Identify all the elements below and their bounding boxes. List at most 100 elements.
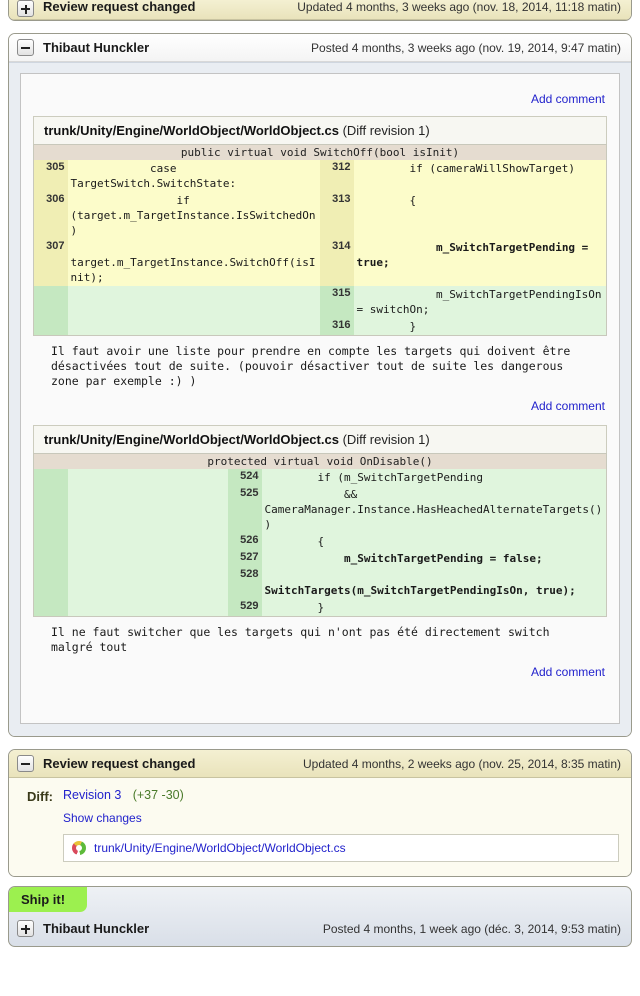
- diff-row[interactable]: 315 m_SwitchTargetPendingIsOn = switchOn…: [33, 286, 607, 318]
- line-number-right: 313: [319, 192, 354, 239]
- review-page: Review request changed Updated 4 months,…: [0, 0, 640, 947]
- diff-fragment: trunk/Unity/Engine/WorldObject/WorldObje…: [33, 425, 607, 709]
- diff-file-path: trunk/Unity/Engine/WorldObject/WorldObje…: [44, 123, 339, 138]
- collapse-toggle-icon[interactable]: [17, 755, 34, 772]
- line-number-right: 529: [227, 599, 262, 617]
- diff-file-header: trunk/Unity/Engine/WorldObject/WorldObje…: [33, 425, 607, 453]
- line-number-left: [33, 533, 68, 550]
- line-number-left: [33, 286, 68, 318]
- add-comment-link[interactable]: Add comment: [531, 665, 605, 679]
- line-number-left: [33, 599, 68, 617]
- expand-toggle-icon[interactable]: [17, 0, 34, 17]
- entry-header-top[interactable]: Review request changed Updated 4 months,…: [9, 0, 631, 20]
- review-author: Thibaut Hunckler: [43, 40, 150, 55]
- code-left: case TargetSwitch.SwitchState:: [67, 160, 320, 192]
- diff-file-path: trunk/Unity/Engine/WorldObject/WorldObje…: [44, 432, 339, 447]
- add-comment-row: Add comment: [33, 661, 607, 709]
- diff-revision-link[interactable]: Revision 3: [63, 788, 121, 802]
- line-number-right: 527: [227, 550, 262, 567]
- entry-review: Thibaut Hunckler Posted 4 months, 3 week…: [8, 33, 632, 737]
- add-comment-link[interactable]: Add comment: [531, 399, 605, 413]
- entry-review-request-changed-top: Review request changed Updated 4 months,…: [8, 0, 632, 21]
- diff-row[interactable]: 526 {: [33, 533, 607, 550]
- line-number-right: 312: [319, 160, 354, 192]
- line-number-right: 315: [319, 286, 354, 318]
- review-header[interactable]: Thibaut Hunckler Posted 4 months, 3 week…: [9, 34, 631, 62]
- diff-info: Revision 3 (+37 -30) Show changes trunk/…: [63, 788, 619, 862]
- shipit-badge-row: Ship it!: [9, 887, 631, 912]
- add-comment-link[interactable]: Add comment: [531, 92, 605, 106]
- code-left: [67, 599, 228, 617]
- shipit-timestamp: Posted 4 months, 1 week ago (déc. 3, 201…: [322, 921, 621, 936]
- diff-file-header: trunk/Unity/Engine/WorldObject/WorldObje…: [33, 116, 607, 144]
- code-right: m_SwitchTargetPending = true;: [353, 239, 607, 286]
- diff-row[interactable]: 525 && CameraManager.Instance.HasHeached…: [33, 486, 607, 533]
- code-right: }: [261, 599, 607, 617]
- line-number-right: 528: [227, 567, 262, 599]
- changed-title: Review request changed: [43, 756, 196, 771]
- code-left: [67, 469, 228, 486]
- line-number-left: [33, 469, 68, 486]
- changed-header[interactable]: Review request changed Updated 4 months,…: [9, 750, 631, 778]
- collapse-toggle-icon[interactable]: [17, 39, 34, 56]
- code-left: target.m_TargetInstance.SwitchOff(isInit…: [67, 239, 320, 286]
- line-number-left: [33, 486, 68, 533]
- diff-section-header-row: public virtual void SwitchOff(bool isIni…: [33, 144, 607, 160]
- diff-row[interactable]: 528 SwitchTargets(m_SwitchTargetPendingI…: [33, 567, 607, 599]
- line-number-left: 306: [33, 192, 68, 239]
- entry-title: Review request changed: [43, 0, 196, 14]
- diff-revision-label: (Diff revision 1): [342, 432, 430, 447]
- diff-row[interactable]: 527 m_SwitchTargetPending = false;: [33, 550, 607, 567]
- expand-toggle-icon[interactable]: [17, 920, 34, 937]
- code-right: if (m_SwitchTargetPending: [261, 469, 607, 486]
- diff-table: public virtual void SwitchOff(bool isIni…: [33, 144, 607, 336]
- code-right: && CameraManager.Instance.HasHeachedAlte…: [261, 486, 607, 533]
- code-right: m_SwitchTargetPendingIsOn = switchOn;: [353, 286, 607, 318]
- code-left: [67, 533, 228, 550]
- code-left: [67, 318, 320, 336]
- diff-revision-label: (Diff revision 1): [342, 123, 430, 138]
- entry-timestamp: Updated 4 months, 3 weeks ago (nov. 18, …: [297, 0, 621, 14]
- shipit-author: Thibaut Hunckler: [43, 921, 150, 936]
- review-comment-container: Add comment trunk/Unity/Engine/WorldObje…: [20, 73, 620, 724]
- line-number-right: 525: [227, 486, 262, 533]
- review-body: Add comment trunk/Unity/Engine/WorldObje…: [9, 62, 631, 736]
- comment-text: Il faut avoir une liste pour prendre en …: [51, 344, 578, 388]
- diff-fragment: trunk/Unity/Engine/WorldObject/WorldObje…: [33, 116, 607, 423]
- changed-body: Diff: Revision 3 (+37 -30) Show changes …: [9, 778, 631, 876]
- diff-row[interactable]: 529 }: [33, 599, 607, 617]
- line-number-left: [33, 550, 68, 567]
- code-right: m_SwitchTargetPending = false;: [261, 550, 607, 567]
- file-modified-icon: [72, 841, 86, 855]
- code-right: SwitchTargets(m_SwitchTargetPendingIsOn,…: [261, 567, 607, 599]
- diff-table: protected virtual void OnDisable() 524 i…: [33, 453, 607, 617]
- code-right: {: [261, 533, 607, 550]
- diff-row[interactable]: 524 if (m_SwitchTargetPending: [33, 469, 607, 486]
- line-number-left: 307: [33, 239, 68, 286]
- changed-file-link[interactable]: trunk/Unity/Engine/WorldObject/WorldObje…: [94, 841, 346, 855]
- line-number-right: 524: [227, 469, 262, 486]
- review-timestamp: Posted 4 months, 3 weeks ago (nov. 19, 2…: [311, 40, 621, 55]
- diff-row[interactable]: 306 if (target.m_TargetInstance.IsSwitch…: [33, 192, 607, 239]
- show-changes-link[interactable]: Show changes: [63, 811, 619, 825]
- shipit-header[interactable]: Thibaut Hunckler Posted 4 months, 1 week…: [9, 912, 631, 946]
- add-comment-row-top: Add comment: [33, 84, 607, 116]
- diff-row[interactable]: 316 }: [33, 318, 607, 336]
- code-left: [67, 486, 228, 533]
- status-badge: Ship it!: [9, 887, 88, 912]
- code-right: {: [353, 192, 607, 239]
- diff-info-row: Diff: Revision 3 (+37 -30) Show changes …: [21, 788, 619, 862]
- list-item[interactable]: trunk/Unity/Engine/WorldObject/WorldObje…: [72, 841, 610, 855]
- line-number-left: [33, 567, 68, 599]
- diff-revision-stats: (+37 -30): [132, 788, 184, 802]
- line-number-right: 526: [227, 533, 262, 550]
- diff-row[interactable]: 307 target.m_TargetInstance.SwitchOff(is…: [33, 239, 607, 286]
- code-right: }: [353, 318, 607, 336]
- line-number-right: 314: [319, 239, 354, 286]
- diff-section-header: protected virtual void OnDisable(): [33, 453, 607, 469]
- line-number-right: 316: [319, 318, 354, 336]
- entry-shipit-review: Ship it! Thibaut Hunckler Posted 4 month…: [8, 886, 632, 947]
- diff-row[interactable]: 305 case TargetSwitch.SwitchState: 312 i…: [33, 160, 607, 192]
